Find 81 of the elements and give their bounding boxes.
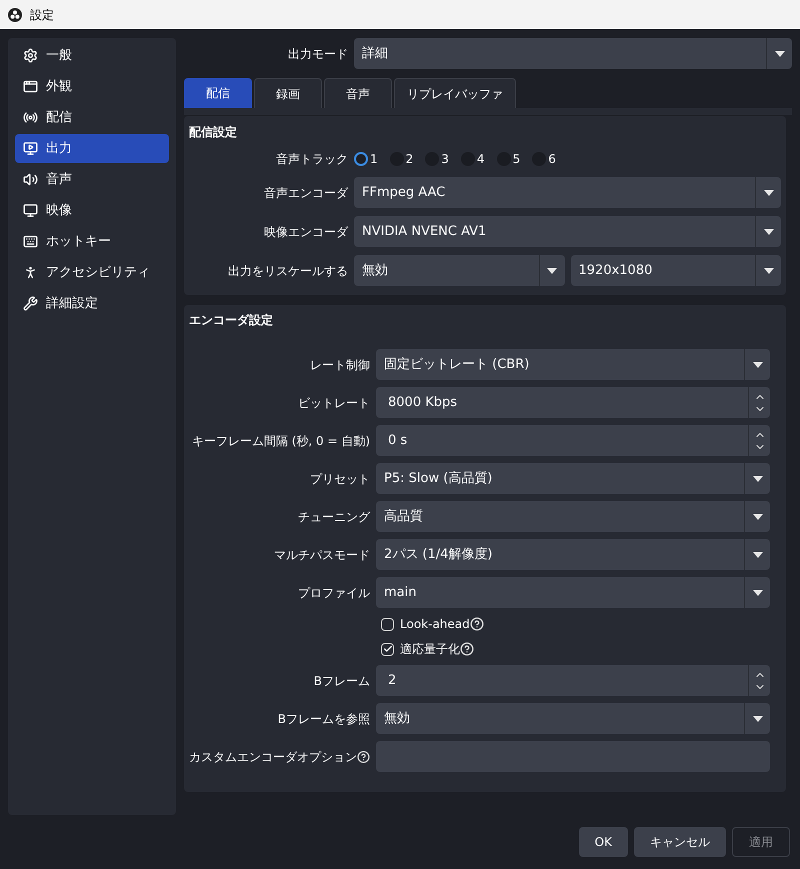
caret-icon	[547, 268, 557, 274]
help-icon[interactable]	[460, 642, 474, 656]
number-field[interactable]: 8000 Kbps	[376, 387, 770, 418]
monitor-icon	[23, 203, 38, 218]
sidebar-item[interactable]: 配信	[15, 103, 169, 132]
caret-icon	[774, 50, 784, 56]
field-label: 映像エンコーダ	[263, 224, 348, 240]
dropdown[interactable]: NVIDIA NVENC AV1	[354, 216, 781, 247]
dialog-button[interactable]: OK	[578, 827, 628, 857]
dialog-button[interactable]: キャンセル	[634, 827, 726, 857]
field-label: Bフレーム	[314, 672, 370, 690]
field-label: レート制御	[310, 356, 370, 374]
antenna-icon	[23, 110, 38, 125]
caret-icon	[764, 228, 774, 234]
caret-icon	[752, 590, 762, 596]
sidebar-item[interactable]: ホットキー	[15, 227, 169, 256]
dropdown[interactable]: P5: Slow (高品質)	[376, 463, 770, 494]
section-title: エンコーダ設定	[189, 312, 274, 329]
dropdown[interactable]: main	[376, 577, 770, 608]
keyboard-icon	[23, 234, 38, 249]
monitor-icon	[23, 141, 38, 156]
checkbox[interactable]: 適応量子化	[381, 640, 460, 658]
caret-icon	[752, 476, 762, 482]
radio-option[interactable]: 3	[425, 150, 449, 168]
app-logo-icon	[8, 8, 22, 22]
field-label: マルチパスモード	[274, 546, 370, 564]
dropdown[interactable]: 1920x1080	[570, 255, 781, 286]
accessibility-icon	[23, 265, 38, 280]
radio-option[interactable]: 4	[460, 150, 485, 168]
tab[interactable]: 配信	[184, 78, 252, 108]
tab[interactable]: 録画	[254, 78, 322, 108]
field-label: ビットレート	[298, 394, 370, 412]
field-label: 音声トラック	[275, 151, 348, 168]
field-label: Bフレームを参照	[278, 710, 370, 728]
field-label: カスタムエンコーダオプション	[189, 748, 357, 766]
radio-option[interactable]: 1	[354, 150, 378, 168]
radio-option[interactable]: 5	[496, 150, 520, 168]
checkmark-icon	[382, 644, 392, 654]
input-field[interactable]	[376, 741, 770, 772]
sidebar-item[interactable]: 音声	[15, 165, 169, 194]
sidebar-item[interactable]: 出力	[15, 134, 169, 163]
sidebar-item[interactable]: アクセシビリティ	[15, 258, 169, 287]
dropdown[interactable]: 無効	[354, 255, 564, 286]
caret-icon	[752, 514, 762, 520]
number-field[interactable]: 2	[376, 665, 770, 696]
help-icon[interactable]	[470, 617, 484, 631]
tab[interactable]: リプレイバッファ	[394, 78, 516, 108]
window-title: 設定	[30, 6, 54, 24]
field-label: プリセット	[310, 470, 370, 488]
help-icon[interactable]	[357, 750, 370, 764]
field-label: プロファイル	[298, 584, 370, 602]
dropdown[interactable]: 高品質	[376, 501, 770, 532]
dropdown[interactable]: FFmpeg AAC	[354, 177, 781, 208]
checkbox[interactable]: Look-ahead	[381, 615, 470, 633]
number-field[interactable]: 0 s	[376, 425, 770, 456]
sidebar-item[interactable]: 外観	[15, 72, 169, 101]
sidebar-item[interactable]: 一般	[15, 41, 169, 70]
sidebar-item[interactable]: 映像	[15, 196, 169, 225]
speaker-icon	[23, 172, 38, 187]
radio-option[interactable]: 2	[390, 150, 414, 168]
field-label: キーフレーム間隔 (秒, 0 = 自動)	[192, 432, 370, 450]
dropdown[interactable]: 無効	[376, 703, 770, 734]
tools-icon	[23, 296, 38, 311]
field-label: 出力モード	[287, 46, 348, 62]
caret-icon	[752, 716, 762, 722]
sidebar-item[interactable]: 詳細設定	[15, 289, 169, 318]
section-title: 配信設定	[189, 124, 238, 141]
radio-option[interactable]: 6	[532, 150, 556, 168]
field-label: 出力をリスケールする	[227, 262, 348, 280]
dropdown[interactable]: 詳細	[354, 38, 792, 69]
tab[interactable]: 音声	[324, 78, 392, 108]
field-label: チューニング	[298, 508, 370, 526]
field-label: 音声エンコーダ	[263, 184, 348, 202]
dropdown[interactable]: 2パス (1/4解像度)	[376, 539, 770, 570]
caret-icon	[764, 268, 774, 274]
settings-icon	[23, 48, 38, 63]
appearance-icon	[23, 79, 38, 94]
caret-icon	[752, 552, 762, 558]
caret-icon	[752, 362, 762, 368]
dropdown[interactable]: 固定ビットレート (CBR)	[376, 349, 770, 380]
caret-icon	[764, 190, 774, 196]
